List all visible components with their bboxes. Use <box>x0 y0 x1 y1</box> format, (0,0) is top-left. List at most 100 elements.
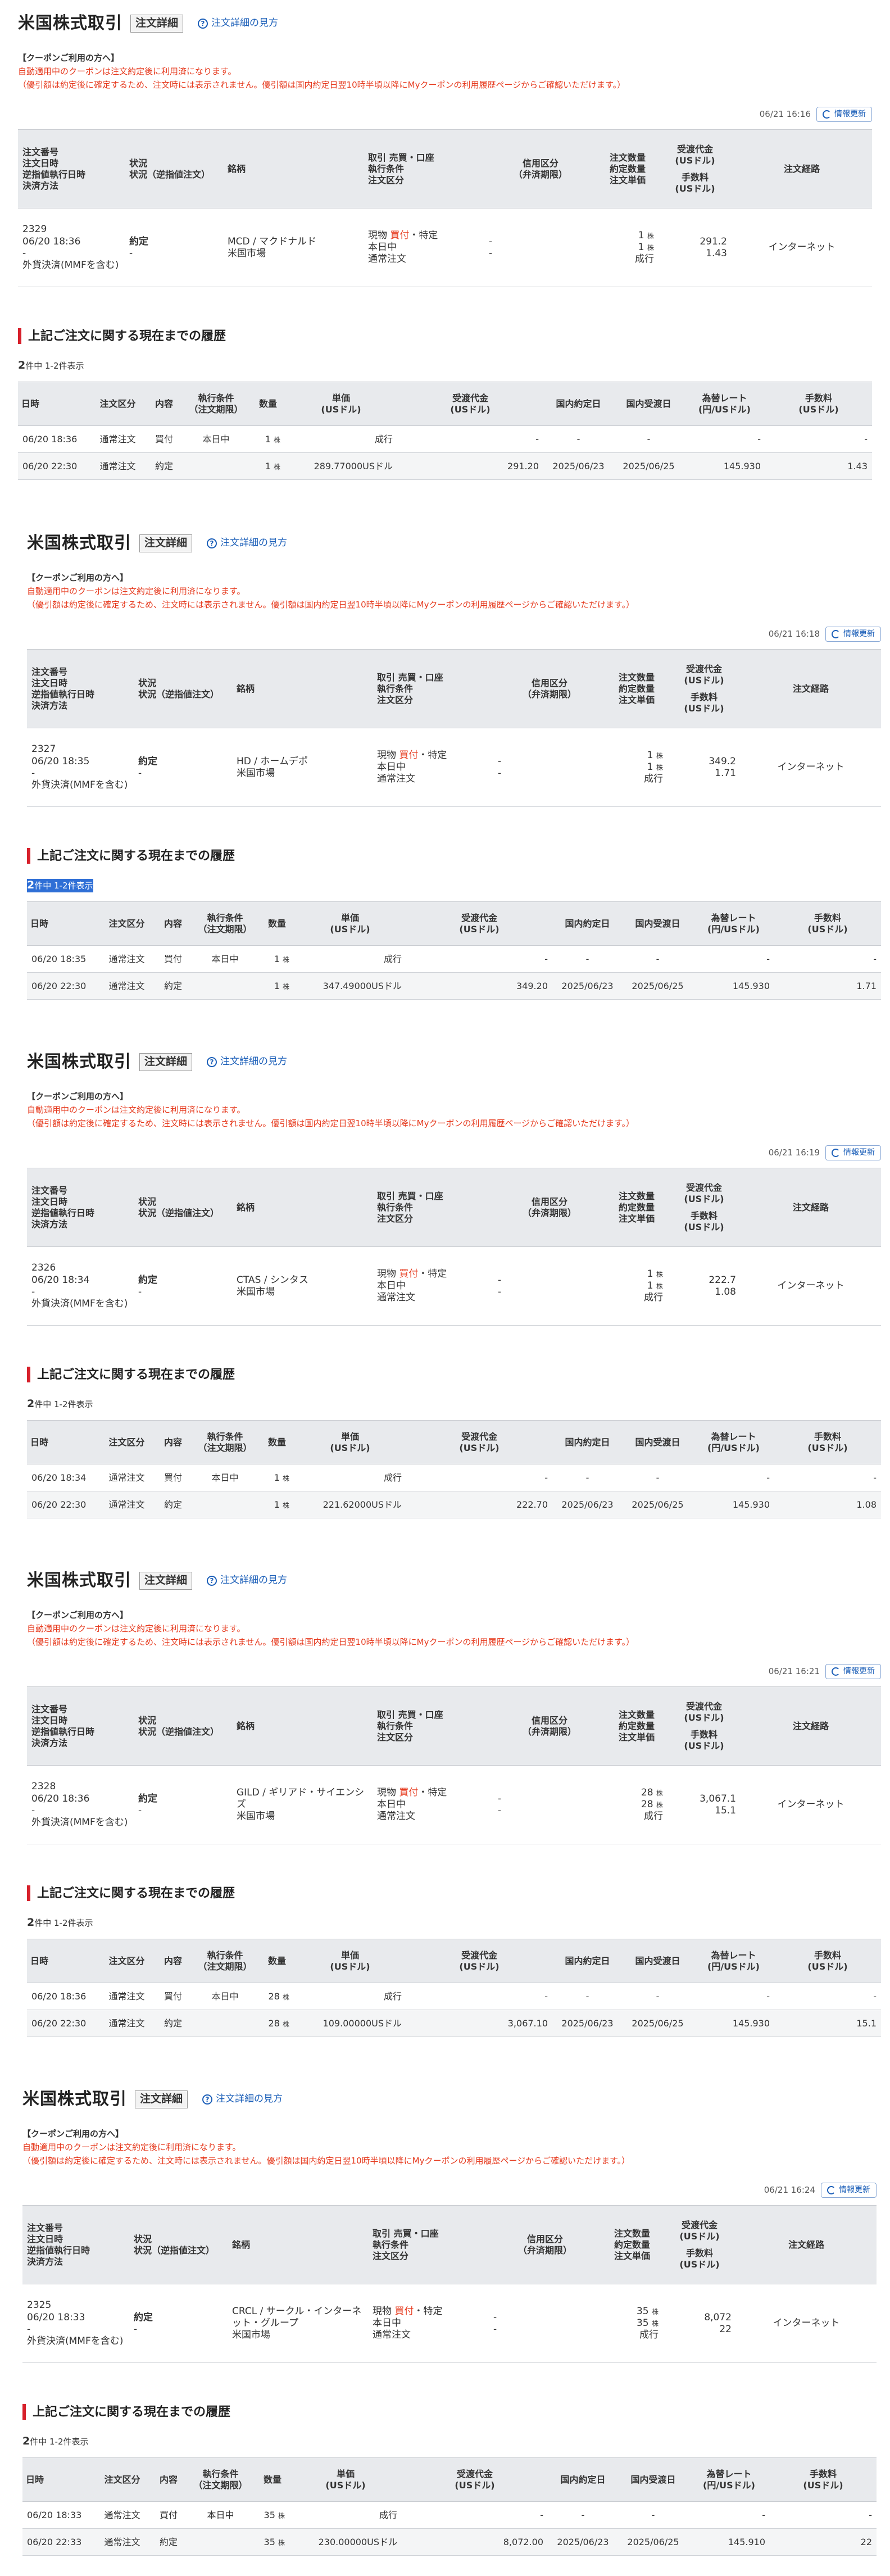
history-domestic-exec: 2025/06/23 <box>552 2010 623 2037</box>
update-timestamp: 06/21 16:16 <box>759 108 811 119</box>
hcol-domestic-exec: 国内約定日 <box>548 2457 618 2502</box>
history-exec-cond <box>181 452 251 480</box>
history-date: 06/20 18:35 <box>27 945 97 973</box>
settlement-method: 外貨決済(MMFを含む) <box>31 779 128 791</box>
hcol-fee: 手数料 (USドル) <box>774 1420 881 1464</box>
unit-label: 株 <box>278 2538 285 2547</box>
hcol-price: 単価 (USドル) <box>285 382 397 426</box>
trade-prefix: 現物 <box>373 2305 392 2317</box>
help-link[interactable]: ? 注文詳細の見方 <box>198 17 278 29</box>
symbol-cell: CTAS / シンタス 米国市場 <box>232 1246 373 1326</box>
refresh-button[interactable]: 情報更新 <box>825 1663 881 1679</box>
history-row: 06/20 18:34 通常注文 買付 本日中 1 株 成行 - - - - - <box>27 1464 881 1491</box>
settlement-amount: 291.2 <box>700 235 727 247</box>
trade-side: 買付 <box>390 229 410 241</box>
filled-qty: 35 株 <box>606 2318 659 2329</box>
col-amount-label: 受渡代金 (USドル) <box>675 143 715 166</box>
history-domestic-exec: - <box>543 425 614 453</box>
trade-cell: 現物 買付・特定 本日中 通常注文 <box>373 1246 493 1326</box>
stop-status: - <box>138 1286 142 1298</box>
history-heading-row: 上記ご注文に関する現在までの履歴 <box>18 328 872 344</box>
col-trade: 取引 売買・口座 執行条件 注文区分 <box>373 1686 493 1766</box>
history-content: 買付 <box>156 1464 190 1491</box>
stop-status: - <box>134 2323 138 2335</box>
col-amount-label: 受渡代金 (USドル) <box>684 663 724 686</box>
hcol-order-type: 注文区分 <box>97 1939 156 1983</box>
order-qty-value: 28 <box>641 1786 653 1798</box>
settlement-amount: 3,067.1 <box>700 1793 736 1804</box>
order-detail-table: 注文番号 注文日時 逆指値執行日時 決済方法 状況 状況（逆指値注文） 銘柄 取引 売買… <box>27 649 881 808</box>
history-price: 347.49000USドル <box>294 972 406 1000</box>
amount-cell: 222.7 1.08 <box>668 1246 741 1326</box>
history-qty-value: 1 <box>274 1472 280 1483</box>
trade-cell: 現物 買付・特定 本日中 通常注文 <box>373 1765 493 1845</box>
history-domestic-settle: 2025/06/25 <box>623 972 693 1000</box>
status-cell: 約定 - <box>134 1765 232 1845</box>
hcol-domestic-settle: 国内受渡日 <box>623 1420 693 1464</box>
refresh-icon <box>832 1667 840 1676</box>
hcol-order-type: 注文区分 <box>97 901 156 946</box>
help-link[interactable]: ? 注文詳細の見方 <box>202 2093 283 2105</box>
refresh-button[interactable]: 情報更新 <box>825 1145 881 1160</box>
order-detail-table: 注文番号 注文日時 逆指値執行日時 決済方法 状況 状況（逆指値注文） 銘柄 取引 売買… <box>27 1686 881 1845</box>
help-link[interactable]: ? 注文詳細の見方 <box>207 1575 287 1586</box>
order-row: 2328 06/20 18:36 - 外貨決済(MMFを含む) 約定 - GIL… <box>27 1765 881 1845</box>
hcol-fx-rate: 為替レート (円/USドル) <box>684 382 765 426</box>
order-row: 2329 06/20 18:36 - 外貨決済(MMFを含む) 約定 - MCD… <box>18 208 872 288</box>
col-route: 注文経路 <box>736 2205 877 2285</box>
coupon-notice: 自動適用中のクーポンは注文約定後に利用済になります。 <box>27 586 246 596</box>
symbol-name: CTAS / シンタス <box>237 1274 308 1286</box>
margin-cell: - - <box>493 728 606 808</box>
help-link[interactable]: ? 注文詳細の見方 <box>207 1056 287 1068</box>
history-domestic-exec: - <box>552 1464 623 1491</box>
hcol-fee: 手数料 (USドル) <box>765 382 872 426</box>
history-row: 06/20 22:30 通常注文 約定 1 株 347.49000USドル 34… <box>27 972 881 1000</box>
col-amount: 受渡代金 (USドル) 手数料 (USドル) <box>668 1168 741 1248</box>
order-status: 約定 <box>129 235 148 247</box>
history-date: 06/20 18:34 <box>27 1464 97 1491</box>
title-row: 米国株式取引 注文詳細 ? 注文詳細の見方 <box>27 1050 881 1074</box>
order-status: 約定 <box>138 1274 157 1286</box>
history-qty: 1 株 <box>260 945 294 973</box>
col-trade: 取引 売買・口座 執行条件 注文区分 <box>364 129 484 209</box>
col-qty: 注文数量 約定数量 注文単価 <box>606 649 668 729</box>
hcol-exec-cond: 執行条件 （注文期限） <box>181 382 251 426</box>
col-route: 注文経路 <box>741 1686 881 1766</box>
status-cell: 約定 - <box>129 2284 228 2364</box>
order-section: 米国株式取引 注文詳細 ? 注文詳細の見方 【クーポンご利用の方へ】 自動適用中… <box>27 1050 881 1518</box>
refresh-button[interactable]: 情報更新 <box>816 106 872 122</box>
help-link[interactable]: ? 注文詳細の見方 <box>207 537 287 549</box>
hcol-amount: 受渡代金 (USドル) <box>406 1420 552 1464</box>
filled-qty: 1 株 <box>601 242 654 253</box>
hcol-amount: 受渡代金 (USドル) <box>406 1939 552 1983</box>
history-domestic-exec: - <box>552 945 623 973</box>
order-info-cell: 2329 06/20 18:36 - 外貨決済(MMFを含む) <box>18 208 125 288</box>
refresh-button[interactable]: 情報更新 <box>825 626 881 642</box>
refresh-button[interactable]: 情報更新 <box>821 2182 877 2198</box>
history-qty: 1 株 <box>251 452 285 480</box>
order-number: 2329 <box>22 224 47 235</box>
hcol-date: 日時 <box>18 382 88 426</box>
account-type: ・特定 <box>409 229 438 241</box>
history-fx-rate: 145.930 <box>693 2010 774 2037</box>
heading-accent-bar <box>27 848 30 864</box>
result-count-total: 2 <box>27 1398 35 1411</box>
hcol-domestic-settle: 国内受渡日 <box>614 382 684 426</box>
history-domestic-exec: 2025/06/23 <box>543 452 614 480</box>
unit-price: 成行 <box>635 253 654 265</box>
history-domestic-settle: - <box>623 1983 693 2010</box>
col-fee-label: 手数料 (USドル) <box>684 691 724 714</box>
order-datetime: 06/20 18:36 <box>22 235 81 247</box>
history-heading-row: 上記ご注文に関する現在までの履歴 <box>22 2403 877 2420</box>
result-count-total: 2 <box>27 879 35 892</box>
history-heading-row: 上記ご注文に関する現在までの履歴 <box>27 847 881 864</box>
col-route: 注文経路 <box>732 129 872 209</box>
history-exec-cond: 本日中 <box>190 1464 260 1491</box>
unit-label: 株 <box>656 1789 663 1797</box>
history-fx-rate: 145.910 <box>688 2528 770 2556</box>
hcol-price: 単価 (USドル) <box>294 1939 406 1983</box>
history-domestic-settle: - <box>623 945 693 973</box>
status-cell: 約定 - <box>134 1246 232 1326</box>
history-exec-cond: 本日中 <box>190 1983 260 2010</box>
order-section: 米国株式取引 注文詳細 ? 注文詳細の見方 【クーポンご利用の方へ】 自動適用中… <box>27 1568 881 2037</box>
